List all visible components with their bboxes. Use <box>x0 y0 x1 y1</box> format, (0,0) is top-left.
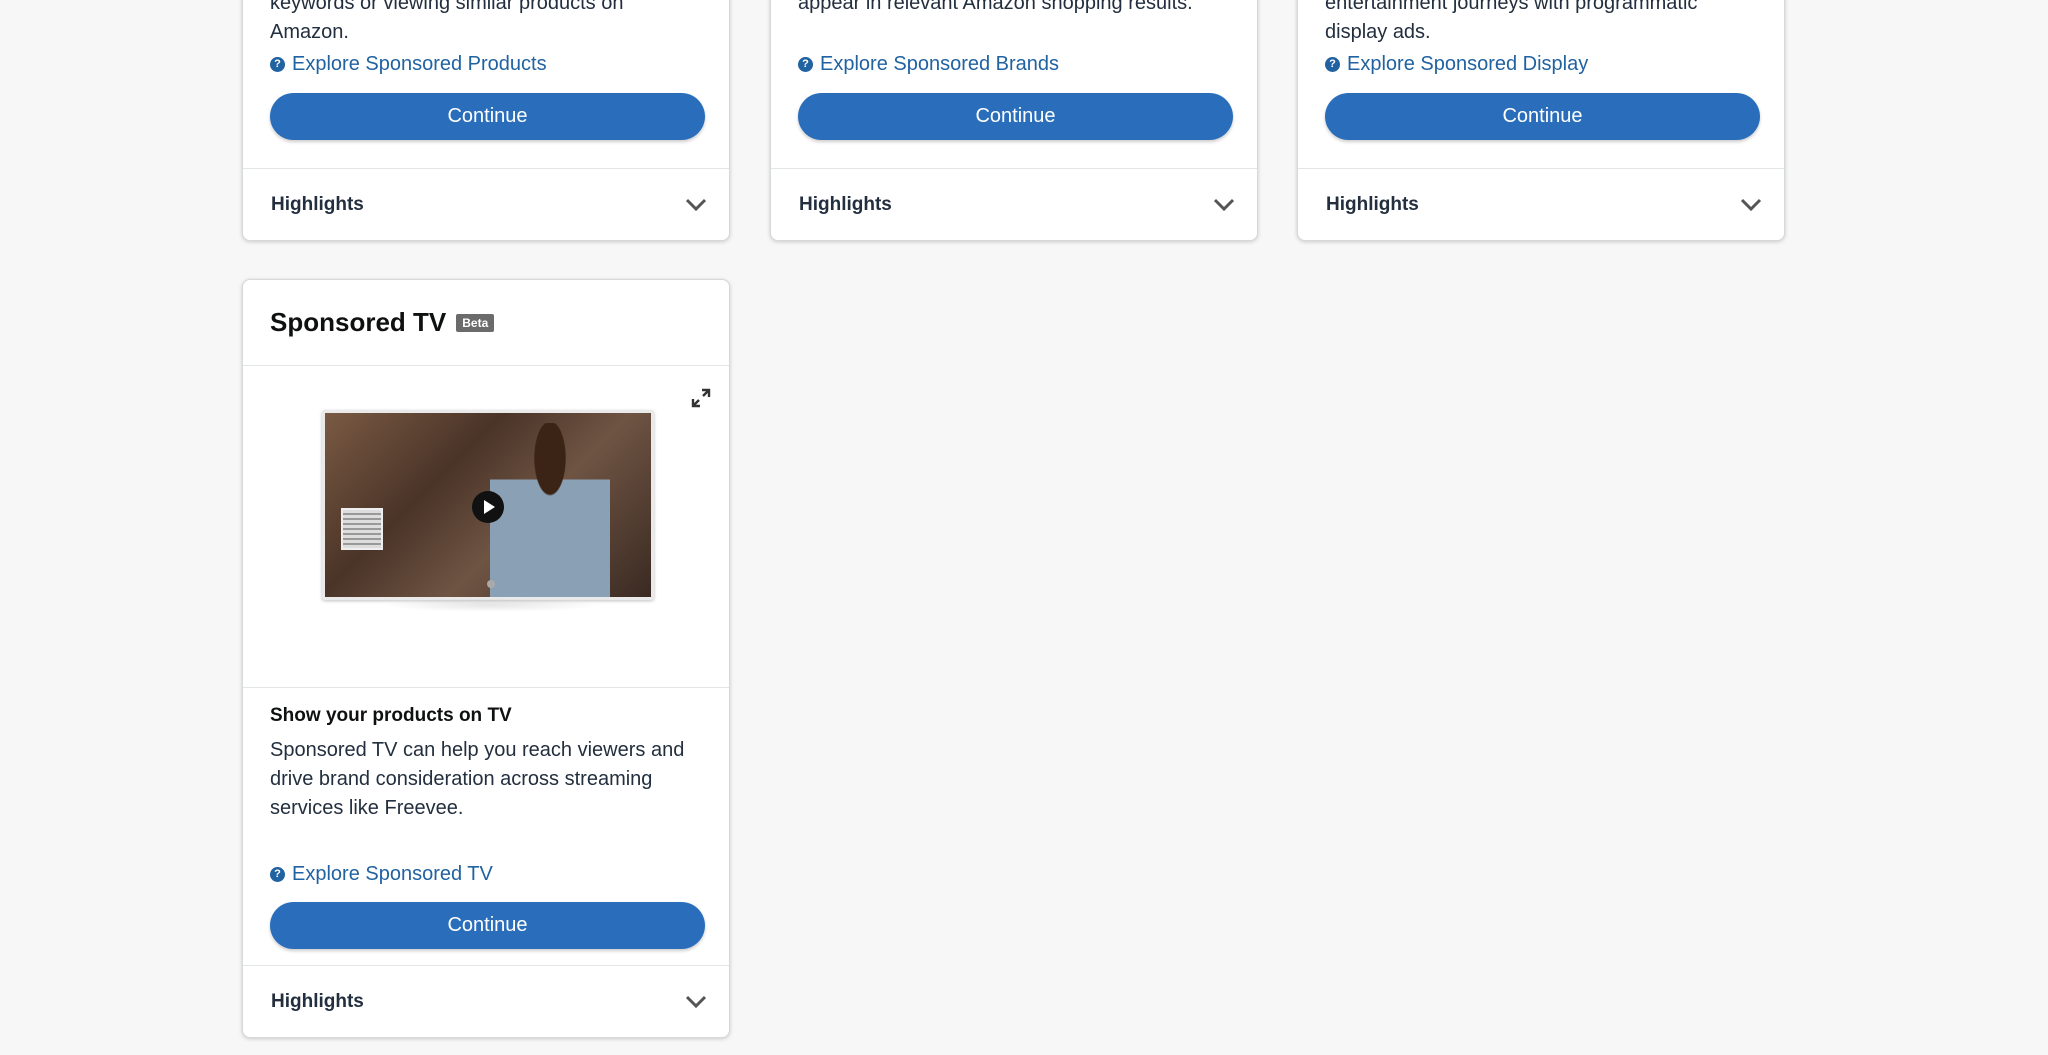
beta-badge: Beta <box>456 313 495 332</box>
explore-sponsored-products-link[interactable]: ? Explore Sponsored Products <box>270 53 547 76</box>
person-image <box>490 423 610 597</box>
sponsored-products-card: keywords or viewing similar products on … <box>242 0 730 241</box>
desc-line: Sponsored TV can help you reach viewers … <box>270 739 685 761</box>
explore-link-label: Explore Sponsored Display <box>1347 53 1589 75</box>
chevron-down-icon <box>1213 198 1235 212</box>
card-description: keywords or viewing similar products on … <box>270 0 710 47</box>
sponsored-display-card: entertainment journeys with programmatic… <box>1297 0 1785 241</box>
chevron-down-icon <box>685 995 707 1009</box>
highlights-toggle[interactable]: Highlights <box>1298 169 1784 241</box>
continue-button[interactable]: Continue <box>798 93 1233 140</box>
question-circle-icon: ? <box>1325 57 1340 72</box>
desc-line: Amazon. <box>270 21 349 43</box>
highlights-toggle[interactable]: Highlights <box>771 169 1257 241</box>
expand-icon[interactable] <box>691 388 711 408</box>
highlights-label: Highlights <box>271 194 364 215</box>
continue-button[interactable]: Continue <box>270 902 705 949</box>
card-subtitle: Show your products on TV <box>270 705 512 726</box>
qr-code-image <box>341 508 383 550</box>
card-description: Sponsored TV can help you reach viewers … <box>270 736 710 823</box>
sponsored-tv-card: Sponsored TV Beta Show your products on … <box>242 279 730 1038</box>
card-header: Sponsored TV Beta <box>270 307 495 338</box>
continue-button[interactable]: Continue <box>270 93 705 140</box>
card-description: appear in relevant Amazon shopping resul… <box>798 0 1238 18</box>
card-description: entertainment journeys with programmatic… <box>1325 0 1765 47</box>
carousel-dot[interactable] <box>487 580 495 588</box>
sponsored-brands-card: appear in relevant Amazon shopping resul… <box>770 0 1258 241</box>
desc-line: display ads. <box>1325 21 1431 43</box>
highlights-label: Highlights <box>271 991 364 1012</box>
explore-link-label: Explore Sponsored Brands <box>820 53 1060 75</box>
highlights-label: Highlights <box>1326 194 1419 215</box>
tv-stand-shadow <box>381 598 601 612</box>
highlights-label: Highlights <box>799 194 892 215</box>
explore-sponsored-tv-link[interactable]: ? Explore Sponsored TV <box>270 863 493 886</box>
desc-line: services like Freevee. <box>270 797 464 819</box>
highlights-toggle[interactable]: Highlights <box>243 169 729 241</box>
question-circle-icon: ? <box>798 57 813 72</box>
explore-link-label: Explore Sponsored Products <box>292 53 547 75</box>
desc-line: entertainment journeys with programmatic <box>1325 0 1698 14</box>
question-circle-icon: ? <box>270 867 285 882</box>
explore-sponsored-display-link[interactable]: ? Explore Sponsored Display <box>1325 53 1588 76</box>
tv-preview-image <box>322 410 654 600</box>
divider <box>243 687 729 688</box>
continue-button[interactable]: Continue <box>1325 93 1760 140</box>
highlights-toggle[interactable]: Highlights <box>243 966 729 1038</box>
desc-line: drive brand consideration across streami… <box>270 768 653 790</box>
media-carousel <box>243 366 729 614</box>
chevron-down-icon <box>685 198 707 212</box>
chevron-down-icon <box>1740 198 1762 212</box>
card-title: Sponsored TV <box>270 307 447 337</box>
play-icon[interactable] <box>472 491 504 523</box>
explore-link-label: Explore Sponsored TV <box>292 863 493 885</box>
question-circle-icon: ? <box>270 57 285 72</box>
desc-line: appear in relevant Amazon shopping resul… <box>798 0 1193 14</box>
desc-line: keywords or viewing similar products on <box>270 0 624 14</box>
explore-sponsored-brands-link[interactable]: ? Explore Sponsored Brands <box>798 53 1059 76</box>
video-thumbnail <box>325 413 651 597</box>
